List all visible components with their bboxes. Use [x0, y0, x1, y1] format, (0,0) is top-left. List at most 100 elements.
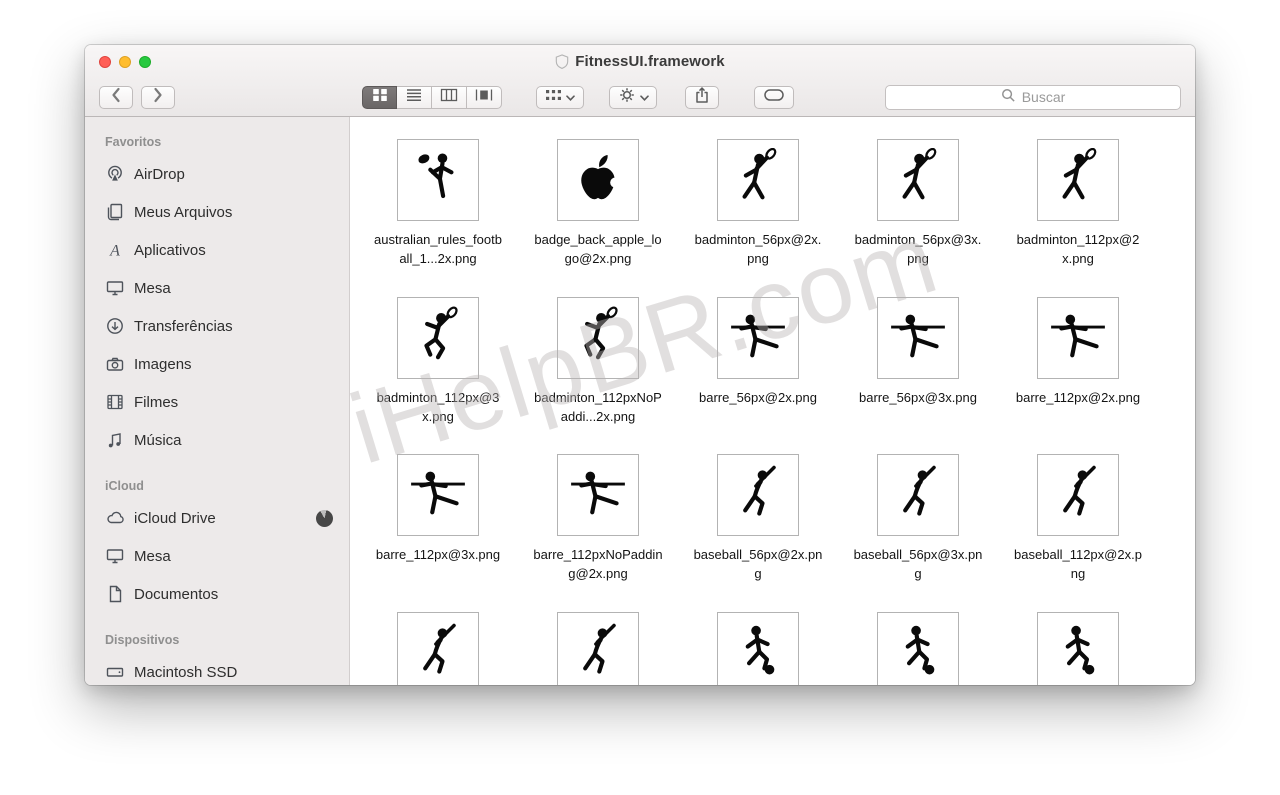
back-icon: [111, 87, 121, 108]
file-name: barre_56px@2x.png: [699, 389, 817, 408]
file-name: barre_112px@3x.png: [376, 546, 500, 565]
search-placeholder: Buscar: [1022, 89, 1066, 105]
search-input[interactable]: Buscar: [885, 85, 1181, 110]
file-name: badminton_112px@3x.png: [373, 389, 503, 427]
sidebar-item-label: AirDrop: [134, 166, 185, 183]
sidebar-item-meus-arquivos[interactable]: Meus Arquivos: [105, 193, 349, 231]
file-item[interactable]: barre_56px@3x.png: [838, 297, 998, 427]
file-item[interactable]: badminton_56px@3x.png: [838, 139, 998, 269]
back-button[interactable]: [99, 86, 133, 109]
sidebar-item-aplicativos[interactable]: AAplicativos: [105, 231, 349, 269]
file-item[interactable]: barre_56px@2x.png: [678, 297, 838, 427]
documents-icon: [105, 584, 125, 604]
barre-icon: [557, 454, 639, 536]
group-icon: [545, 88, 562, 107]
badminton-jump-icon: [397, 297, 479, 379]
sidebar-item-imagens[interactable]: Imagens: [105, 345, 349, 383]
file-item[interactable]: badminton_112px@2x.png: [998, 139, 1158, 269]
file-item[interactable]: [838, 612, 998, 685]
file-name: australian_rules_football_1...2x.png: [373, 231, 503, 269]
sidebar-item-transfer-ncias[interactable]: Transferências: [105, 307, 349, 345]
chevron-down-icon: [566, 88, 575, 106]
sidebar: FavoritosAirDropMeus ArquivosAAplicativo…: [85, 117, 350, 685]
pictures-icon: [105, 354, 125, 374]
arrange-button[interactable]: [536, 86, 584, 109]
framework-badge-icon: [555, 53, 569, 70]
titlebar[interactable]: FitnessUI.framework: [85, 45, 1195, 78]
file-item[interactable]: baseball_56px@2x.png: [678, 454, 838, 584]
file-item[interactable]: barre_112pxNoPadding@2x.png: [518, 454, 678, 584]
badminton-icon: [717, 139, 799, 221]
barre-icon: [397, 454, 479, 536]
sidebar-item-label: Mesa: [134, 548, 171, 565]
file-item[interactable]: badminton_112px@3x.png: [358, 297, 518, 427]
file-item[interactable]: badge_back_apple_logo@2x.png: [518, 139, 678, 269]
list-view-icon: [405, 88, 423, 107]
badminton-jump-icon: [557, 297, 639, 379]
file-name: badminton_112pxNoPaddi...2x.png: [533, 389, 663, 427]
documents-stack-icon: [105, 202, 125, 222]
zoom-button[interactable]: [139, 56, 151, 68]
search-icon: [1001, 88, 1016, 106]
soccer-icon: [1037, 612, 1119, 685]
file-name: barre_112pxNoPadding@2x.png: [533, 546, 663, 584]
sidebar-item-macintosh-ssd[interactable]: Macintosh SSD: [105, 653, 349, 685]
forward-icon: [153, 87, 163, 108]
file-item[interactable]: baseball_56px@3x.png: [838, 454, 998, 584]
grid-view-icon: [371, 88, 389, 107]
sidebar-item-label: Documentos: [134, 586, 218, 603]
tags-button[interactable]: [754, 86, 794, 109]
baseball-icon: [397, 612, 479, 685]
badminton-icon: [877, 139, 959, 221]
column-view-button[interactable]: [432, 86, 467, 109]
sidebar-item-label: Transferências: [134, 318, 233, 335]
sync-progress-badge: [316, 510, 333, 527]
file-name: badminton_112px@2x.png: [1013, 231, 1143, 269]
file-item[interactable]: [998, 612, 1158, 685]
file-item[interactable]: barre_112px@2x.png: [998, 297, 1158, 427]
baseball-icon: [557, 612, 639, 685]
file-item[interactable]: baseball_112px@2x.png: [998, 454, 1158, 584]
file-item[interactable]: [358, 612, 518, 685]
file-item[interactable]: [518, 612, 678, 685]
file-item[interactable]: barre_112px@3x.png: [358, 454, 518, 584]
baseball-icon: [717, 454, 799, 536]
file-name: baseball_56px@2x.png: [693, 546, 823, 584]
list-view-button[interactable]: [397, 86, 432, 109]
gear-icon: [618, 86, 636, 109]
icon-view-button[interactable]: [362, 86, 397, 109]
svg-text:A: A: [109, 243, 120, 260]
sidebar-item-airdrop[interactable]: AirDrop: [105, 155, 349, 193]
sidebar-item-mesa[interactable]: Mesa: [105, 537, 349, 575]
sidebar-item-label: Música: [134, 432, 182, 449]
file-item[interactable]: badminton_112pxNoPaddi...2x.png: [518, 297, 678, 427]
sidebar-item-icloud-drive[interactable]: iCloud Drive: [105, 499, 349, 537]
action-menu-button[interactable]: [609, 86, 657, 109]
minimize-button[interactable]: [119, 56, 131, 68]
file-name: badminton_56px@3x.png: [853, 231, 983, 269]
share-icon: [694, 86, 710, 109]
file-grid: australian_rules_football_1...2x.png badg…: [350, 117, 1195, 685]
sidebar-item-label: Meus Arquivos: [134, 204, 232, 221]
close-button[interactable]: [99, 56, 111, 68]
share-button[interactable]: [685, 86, 719, 109]
file-item[interactable]: [678, 612, 838, 685]
file-name: baseball_56px@3x.png: [853, 546, 983, 584]
airdrop-icon: [105, 164, 125, 184]
coverflow-view-icon: [475, 88, 493, 107]
file-item[interactable]: australian_rules_football_1...2x.png: [358, 139, 518, 269]
sidebar-item-label: Filmes: [134, 394, 178, 411]
forward-button[interactable]: [141, 86, 175, 109]
sidebar-item-label: iCloud Drive: [134, 510, 216, 527]
barre-icon: [1037, 297, 1119, 379]
file-item[interactable]: badminton_56px@2x.png: [678, 139, 838, 269]
sidebar-item-documentos[interactable]: Documentos: [105, 575, 349, 613]
barre-icon: [717, 297, 799, 379]
soccer-icon: [877, 612, 959, 685]
sidebar-item-mesa[interactable]: Mesa: [105, 269, 349, 307]
window-chrome: FitnessUI.framework: [85, 45, 1195, 117]
sidebar-item-filmes[interactable]: Filmes: [105, 383, 349, 421]
sidebar-item-m-sica[interactable]: Música: [105, 421, 349, 459]
coverflow-view-button[interactable]: [467, 86, 502, 109]
downloads-icon: [105, 316, 125, 336]
